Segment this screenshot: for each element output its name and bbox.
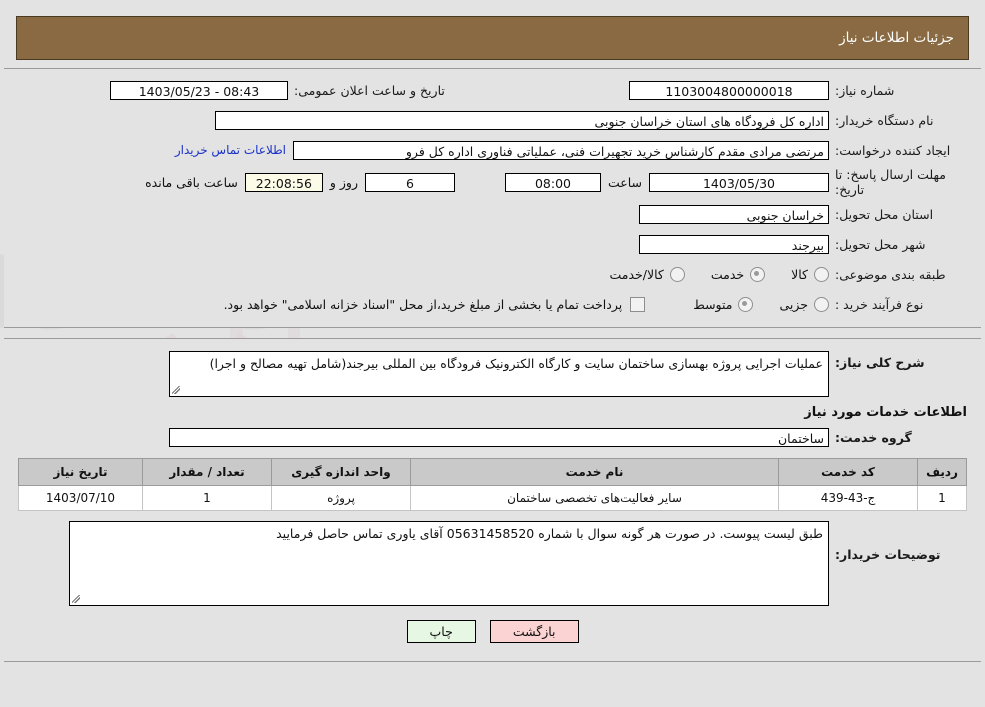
- label-creator: ایجاد کننده درخواست:: [835, 142, 951, 158]
- textarea-general-description[interactable]: عملیات اجرایی پروژه بهسازی ساختمان سایت …: [169, 351, 829, 397]
- cell-service-name: سایر فعالیت‌های تخصصی ساختمان: [410, 485, 779, 511]
- buyer-contact-link[interactable]: اطلاعات تماس خریدار: [175, 143, 286, 157]
- row-province: استان محل تحویل: خراسان جنوبی: [4, 199, 981, 229]
- radio-option-kala[interactable]: کالا: [791, 266, 829, 282]
- print-button[interactable]: چاپ: [406, 620, 476, 643]
- radio-icon-khedmat[interactable]: [750, 266, 766, 282]
- field-announce-datetime: 08:43 - 1403/05/23: [110, 80, 288, 100]
- row-purchase-process: نوع فرآیند خرید : جزیی متوسط پرداخت تمام…: [4, 289, 981, 319]
- row-city: شهر محل تحویل: بیرجند: [4, 229, 981, 259]
- row-category: طبقه بندی موضوعی: کالا خدمت کالا/خدمت: [4, 259, 981, 289]
- radio-label-motevaset: متوسط: [693, 296, 733, 312]
- row-general-description: شرح کلی نیاز: عملیات اجرایی پروژه بهسازی…: [4, 345, 981, 399]
- category-radio-group: کالا خدمت کالا/خدمت: [583, 266, 829, 282]
- back-button[interactable]: بازگشت: [489, 620, 579, 643]
- process-radio-group: جزیی متوسط: [667, 296, 829, 312]
- field-creator: مرتضی مرادی مقدم کارشناس خرید تجهیرات فن…: [293, 140, 829, 160]
- cell-service-code: ج-43-439: [778, 485, 918, 511]
- field-deadline-date: 1403/05/30: [649, 172, 829, 192]
- radio-icon-jozii[interactable]: [814, 296, 829, 312]
- label-deadline-hour: ساعت: [607, 174, 642, 190]
- row-creator: ایجاد کننده درخواست: مرتضی مرادی مقدم کا…: [4, 135, 981, 165]
- label-days-word: روز و: [329, 174, 358, 190]
- radio-label-khedmat: خدمت: [710, 266, 745, 282]
- services-section-title: اطلاعات خدمات مورد نیاز: [804, 405, 967, 420]
- col-unit: واحد اندازه گیری: [271, 458, 411, 486]
- label-deadline: مهلت ارسال پاسخ: تا تاریخ:: [835, 167, 946, 197]
- radio-label-jozii: جزیی: [779, 296, 808, 312]
- radio-option-kala-khedmat[interactable]: کالا/خدمت: [609, 266, 685, 282]
- label-general-description: شرح کلی نیاز:: [835, 355, 925, 370]
- row-buyer-org: نام دستگاه خریدار: اداره کل فرودگاه های …: [4, 105, 981, 135]
- radio-icon-kala-khedmat[interactable]: [669, 266, 685, 282]
- cell-unit: پروژه: [271, 485, 411, 511]
- radio-option-jozii[interactable]: جزیی: [779, 296, 829, 312]
- field-countdown-timer: 22:08:56: [244, 172, 323, 192]
- page-header: جزئیات اطلاعات نیاز: [16, 16, 969, 60]
- label-service-group: گروه خدمت:: [835, 429, 912, 445]
- label-buyer-notes: توضیحات خریدار:: [835, 547, 941, 562]
- label-province: استان محل تحویل:: [835, 206, 934, 222]
- col-service-name: نام خدمت: [410, 458, 779, 486]
- field-days-remaining: 6: [364, 172, 455, 192]
- treasury-checkbox[interactable]: [630, 296, 646, 312]
- col-quantity: تعداد / مقدار: [142, 458, 272, 486]
- field-city: بیرجند: [639, 234, 829, 254]
- radio-icon-kala[interactable]: [814, 266, 829, 282]
- services-table-wrap: ردیف کد خدمت نام خدمت واحد اندازه گیری ت…: [4, 452, 981, 511]
- field-deadline-hour: 08:00: [504, 172, 601, 192]
- label-city: شهر محل تحویل:: [835, 236, 926, 252]
- radio-icon-motevaset[interactable]: [738, 296, 754, 312]
- label-purchase-process: نوع فرآیند خرید :: [835, 296, 924, 312]
- services-table: ردیف کد خدمت نام خدمت واحد اندازه گیری ت…: [18, 458, 967, 511]
- textarea-buyer-notes[interactable]: طبق لیست پیوست. در صورت هر گونه سوال با …: [69, 521, 829, 606]
- row-buyer-notes: توضیحات خریدار: طبق لیست پیوست. در صورت …: [4, 511, 981, 608]
- col-service-code: کد خدمت: [778, 458, 918, 486]
- page-title: جزئیات اطلاعات نیاز: [839, 30, 954, 46]
- radio-option-khedmat[interactable]: خدمت: [710, 266, 766, 282]
- description-panel: شرح کلی نیاز: عملیات اجرایی پروژه بهسازی…: [4, 338, 981, 662]
- col-need-date: تاریخ نیاز: [18, 458, 143, 486]
- row-deadline: مهلت ارسال پاسخ: تا تاریخ: 1403/05/30 سا…: [4, 165, 981, 199]
- col-row-no: ردیف: [917, 458, 967, 486]
- cell-quantity: 1: [142, 485, 272, 511]
- row-need-number: شماره نیاز: 1103004800000018 تاریخ و ساع…: [4, 75, 981, 105]
- row-service-group: گروه خدمت: ساختمان: [4, 422, 981, 452]
- field-buyer-org: اداره کل فرودگاه های استان خراسان جنوبی: [215, 110, 829, 130]
- radio-label-kala-khedmat: کالا/خدمت: [609, 266, 664, 282]
- label-category: طبقه بندی موضوعی:: [835, 266, 946, 282]
- table-header-row: ردیف کد خدمت نام خدمت واحد اندازه گیری ت…: [18, 458, 967, 486]
- field-need-number: 1103004800000018: [629, 80, 829, 100]
- label-announce-datetime: تاریخ و ساعت اعلان عمومی:: [294, 82, 445, 98]
- radio-option-motevaset[interactable]: متوسط: [693, 296, 754, 312]
- field-service-group: ساختمان: [169, 427, 829, 447]
- need-info-panel: شماره نیاز: 1103004800000018 تاریخ و ساع…: [4, 68, 981, 328]
- label-buyer-org: نام دستگاه خریدار:: [835, 112, 934, 128]
- footer-buttons: بازگشت چاپ: [4, 608, 981, 653]
- cell-row-no: 1: [917, 485, 967, 511]
- table-row: 1 ج-43-439 سایر فعالیت‌های تخصصی ساختمان…: [18, 485, 967, 511]
- label-hours-remaining: ساعت باقی مانده: [145, 174, 238, 190]
- field-province: خراسان جنوبی: [639, 204, 829, 224]
- radio-label-kala: کالا: [791, 266, 808, 282]
- page-root: جزئیات اطلاعات نیاز شماره نیاز: 11030048…: [0, 16, 985, 662]
- cell-need-date: 1403/07/10: [18, 485, 143, 511]
- treasury-note-label: پرداخت تمام یا بخشی از مبلغ خرید،از محل …: [223, 296, 623, 312]
- label-need-number: شماره نیاز:: [835, 82, 895, 98]
